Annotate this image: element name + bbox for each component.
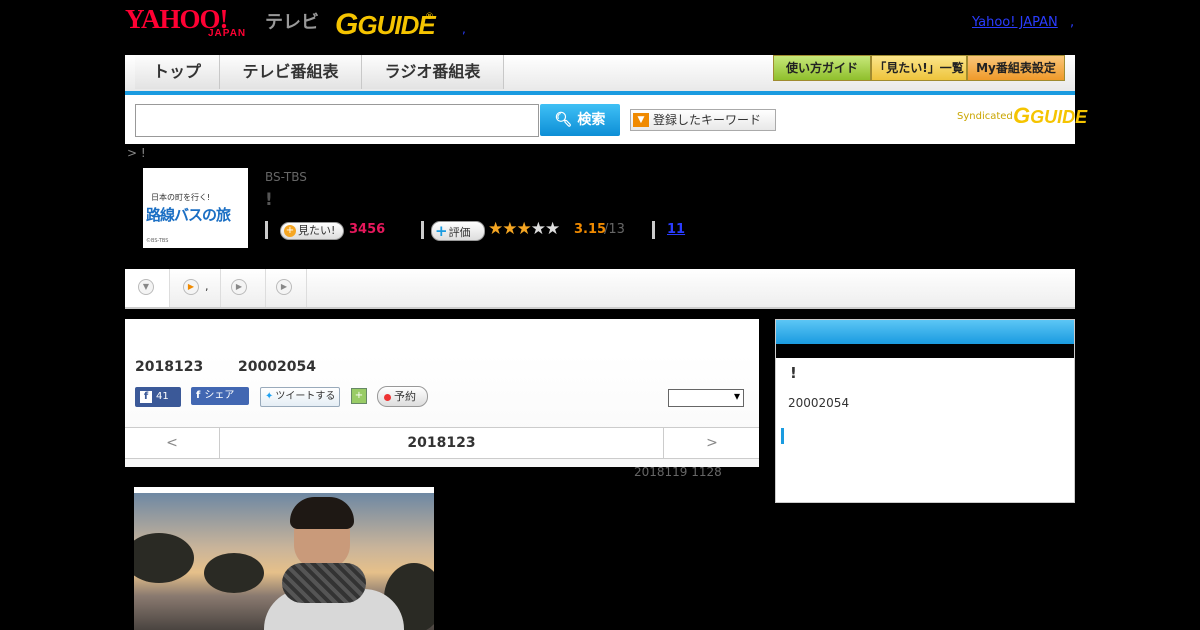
syndicated-label: Syndicated xyxy=(957,111,1013,122)
triangle-down-icon: ▼ xyxy=(633,113,649,127)
divider xyxy=(652,221,655,239)
my-schedule-settings-button[interactable]: My番組表設定 xyxy=(967,55,1065,81)
play-icon: ▶ xyxy=(276,279,292,295)
tab-second-text: , xyxy=(205,280,209,293)
side-panel-band xyxy=(776,344,1074,358)
facebook-icon: f xyxy=(196,390,201,401)
photo-scene xyxy=(134,493,434,630)
tv-label[interactable]: テレビ xyxy=(265,8,319,34)
divider xyxy=(421,221,424,239)
play-icon: ▶ xyxy=(183,279,199,295)
twitter-bird-icon: ✦ xyxy=(265,391,274,402)
current-date: 2018123 xyxy=(407,435,476,451)
yahoo-japan-sublogo: JAPAN xyxy=(208,28,247,39)
person-scarf xyxy=(282,563,366,603)
recorder-select[interactable] xyxy=(668,389,744,407)
channel-name[interactable]: BS-TBS xyxy=(265,170,307,184)
comment-count-link[interactable]: 11 xyxy=(667,222,685,237)
header-comma: , xyxy=(462,22,466,36)
record-dot-icon xyxy=(384,393,391,401)
tab-third[interactable]: ▶ xyxy=(221,269,266,307)
star-filled-icon: ★ xyxy=(488,219,503,239)
want-to-watch-count: 3456 xyxy=(349,222,386,237)
broadcast-date: 2018123 xyxy=(135,359,204,375)
program-photo xyxy=(134,487,434,630)
registered-mark: ® xyxy=(425,12,434,22)
nav-tab-radio-schedule[interactable]: ラジオ番組表 xyxy=(362,55,504,89)
tree-silhouette xyxy=(134,533,194,583)
divider xyxy=(265,221,268,239)
rating-value: 3.15 xyxy=(574,222,607,237)
program-title: ! xyxy=(265,190,273,210)
chevron-down-icon: ▼ xyxy=(138,279,154,295)
side-panel-accent-bar xyxy=(781,428,784,444)
search-icon: 🔍︎ xyxy=(554,112,573,128)
search-button[interactable]: 🔍︎ 検索 xyxy=(540,104,620,136)
yahoo-japan-link[interactable]: Yahoo! JAPAN xyxy=(972,15,1058,30)
rating-stars: ★★★★★ xyxy=(488,219,560,239)
star-filled-icon: ★ xyxy=(516,219,532,239)
facebook-share-button[interactable]: f シェア xyxy=(191,387,249,405)
want-to-watch-button[interactable]: + 見たい! xyxy=(280,222,344,240)
star-filled-icon: ★ xyxy=(502,219,517,239)
gguide-logo[interactable]: GGUIDE xyxy=(335,8,436,42)
star-empty-icon: ★ xyxy=(530,219,546,239)
saved-keywords-button[interactable]: ▼ 登録したキーワード xyxy=(630,109,776,131)
add-calendar-icon[interactable]: + xyxy=(351,388,367,404)
tweet-button[interactable]: ✦ ツイートする xyxy=(260,387,340,407)
nav-tab-tv-schedule[interactable]: テレビ番組表 xyxy=(220,55,362,89)
play-icon: ▶ xyxy=(231,279,247,295)
thumbnail-credit: ©BS-TBS xyxy=(146,238,169,244)
broadcast-time: 20002054 xyxy=(238,359,316,375)
facebook-icon: f xyxy=(140,391,152,403)
breadcrumb[interactable]: > ! xyxy=(127,146,146,160)
nav-tab-top[interactable]: トップ xyxy=(135,55,220,89)
tab-overview[interactable]: ▼ xyxy=(125,269,170,307)
date-navigation: < 2018123 > xyxy=(125,427,759,459)
plus-icon: + xyxy=(435,222,448,240)
thumbnail-title: 路線バスの旅 xyxy=(146,206,231,224)
broadcast-panel: 2018123 20002054 f41 fシェア ✦ツイートする + 予約 <… xyxy=(125,319,759,467)
search-input[interactable] xyxy=(135,104,539,137)
star-empty-icon: ★ xyxy=(545,219,560,239)
next-date-button[interactable]: > xyxy=(663,428,760,458)
usage-guide-button[interactable]: 使い方ガイド xyxy=(773,55,871,81)
side-panel-time: 20002054 xyxy=(788,396,850,410)
want-to-watch-list-button[interactable]: 「見たい!」一覧 xyxy=(871,55,967,81)
rating-count: /13 xyxy=(604,222,625,237)
person-hair xyxy=(290,497,354,529)
plus-icon: + xyxy=(284,225,296,237)
rate-button[interactable]: +評価 xyxy=(431,221,485,241)
syndicated-gguide-logo: GGUIDE xyxy=(1013,103,1088,128)
reserve-button[interactable]: 予約 xyxy=(377,386,428,407)
last-updated: 2018119 1128 xyxy=(634,465,722,479)
header-link-separator: , xyxy=(1070,15,1075,30)
tab-fourth[interactable]: ▶ xyxy=(266,269,307,307)
side-panel-header xyxy=(776,320,1074,344)
program-thumbnail: 日本の町を行く! 路線バスの旅 ©BS-TBS xyxy=(143,168,248,248)
search-bar: 🔍︎ 検索 ▼ 登録したキーワード Syndicated GGUIDE xyxy=(125,95,1087,144)
detail-tabs: ▼ ▶ , ▶ ▶ xyxy=(125,269,1075,309)
thumbnail-top-text: 日本の町を行く! xyxy=(151,193,211,202)
side-panel: ! 20002054 xyxy=(775,319,1075,503)
facebook-like-button[interactable]: f 41 xyxy=(135,387,181,407)
previous-date-button[interactable]: < xyxy=(125,428,220,458)
side-panel-title: ! xyxy=(790,364,797,382)
main-nav: トップ テレビ番組表 ラジオ番組表 使い方ガイド 「見たい!」一覧 My番組表設… xyxy=(125,55,1075,95)
tree-silhouette xyxy=(204,553,264,593)
tab-second[interactable]: ▶ , xyxy=(170,269,221,307)
